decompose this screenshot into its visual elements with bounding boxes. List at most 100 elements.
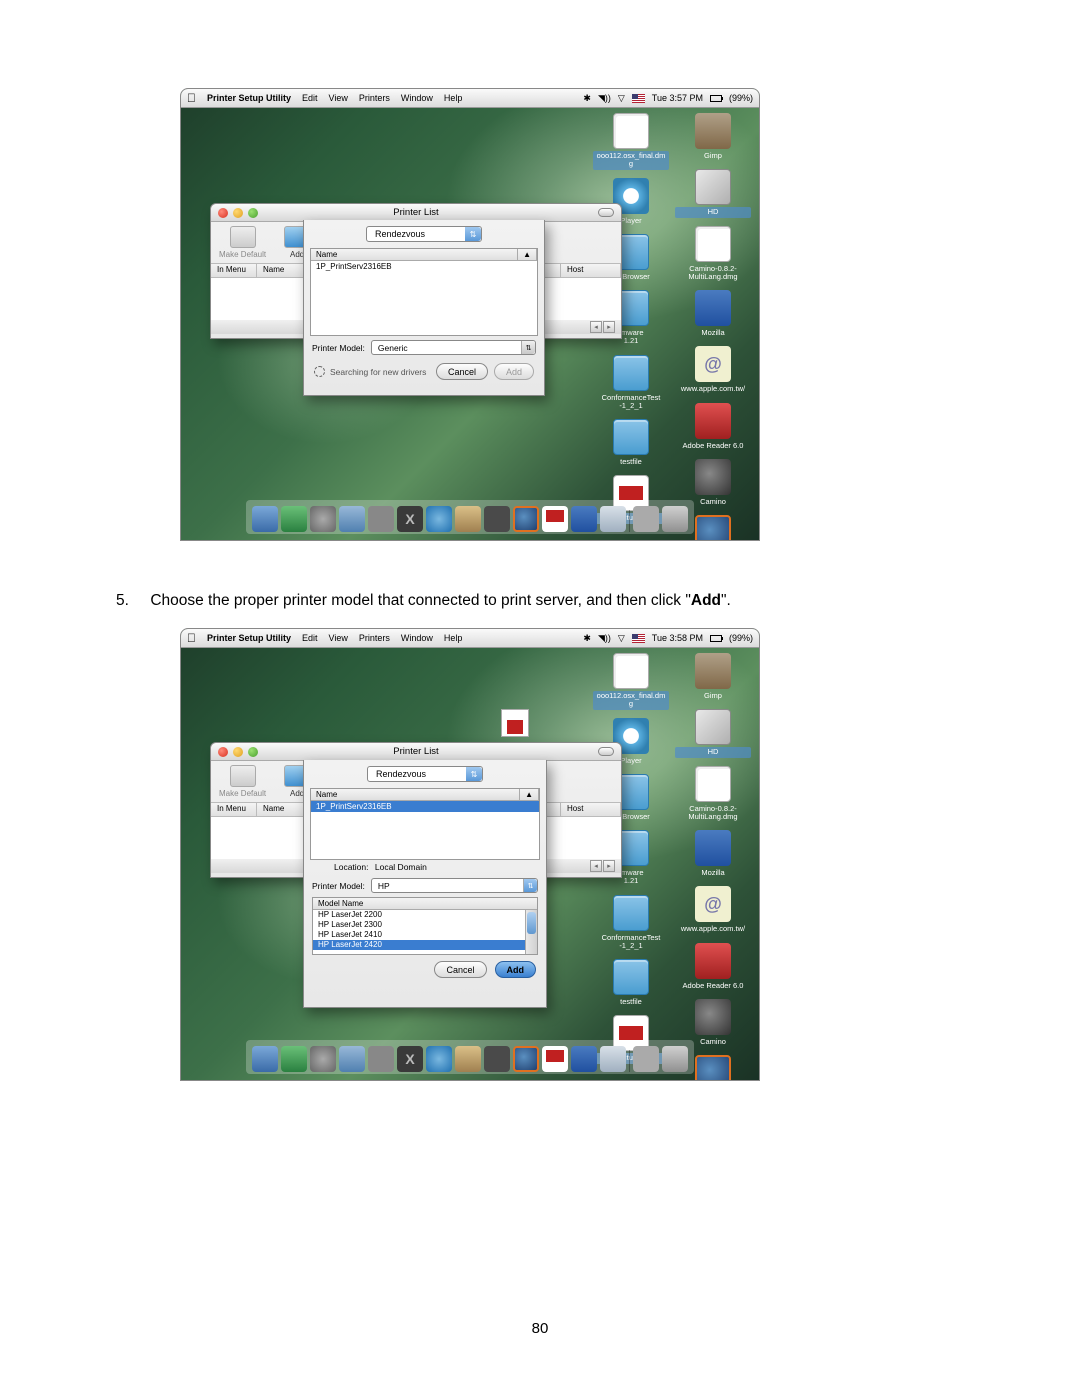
- dock-app-icon[interactable]: [310, 506, 336, 532]
- dock-adobe-icon[interactable]: [542, 1046, 568, 1072]
- menu-help[interactable]: Help: [444, 633, 463, 643]
- airport-icon[interactable]: ▽: [618, 93, 625, 104]
- printer-model-select[interactable]: HP⇅: [371, 878, 538, 893]
- menu-help[interactable]: Help: [444, 93, 463, 103]
- add-printer-sheet[interactable]: Rendezvous⇅ Name▲ 1P_PrintServ2316EB Loc…: [303, 760, 547, 1008]
- dock-safari-icon[interactable]: [426, 506, 452, 532]
- dock-terminal-icon[interactable]: [484, 1046, 510, 1072]
- menu-edit[interactable]: Edit: [302, 633, 318, 643]
- desktop-icon[interactable]: ConformanceTest -1_2_1: [593, 895, 669, 952]
- printers-table[interactable]: Name▲ 1P_PrintServ2316EB: [310, 788, 540, 860]
- app-name[interactable]: Printer Setup Utility: [207, 93, 291, 103]
- desktop-icon[interactable]: Camino-0.8.2- MultiLang.dmg: [675, 226, 751, 283]
- dock-app-icon[interactable]: [281, 506, 307, 532]
- desktop-icon[interactable]: testfile: [593, 419, 669, 467]
- dock-app-icon[interactable]: [368, 1046, 394, 1072]
- desktop-icon[interactable]: Adobe Reader 6.0: [675, 403, 751, 451]
- battery-icon[interactable]: [710, 95, 722, 102]
- driver-row[interactable]: HP LaserJet 2300: [313, 920, 537, 930]
- menubar[interactable]:  Printer Setup Utility Edit View Printe…: [181, 629, 759, 648]
- dock-app-icon[interactable]: [600, 1046, 626, 1072]
- dock-app-icon[interactable]: [339, 506, 365, 532]
- desktop-icon[interactable]: Adobe Reader 6.0: [675, 943, 751, 991]
- desktop-icon[interactable]: Camino-0.8.2- MultiLang.dmg: [675, 766, 751, 823]
- desktop-icon[interactable]: testfile: [593, 959, 669, 1007]
- clock[interactable]: Tue 3:57 PM: [652, 93, 703, 103]
- menu-printers[interactable]: Printers: [359, 93, 390, 103]
- dock-trash-icon[interactable]: [662, 1046, 688, 1072]
- menu-window[interactable]: Window: [401, 93, 433, 103]
- dock-trash-icon[interactable]: [662, 506, 688, 532]
- desktop-icon[interactable]: Gimp: [675, 113, 751, 161]
- bluetooth-icon[interactable]: ✱: [583, 93, 591, 104]
- desktop-icon[interactable]: ooo112.osx_final.dm g: [593, 653, 669, 710]
- desktop-icon[interactable]: HD: [675, 169, 751, 217]
- dock-terminal-icon[interactable]: [484, 506, 510, 532]
- dock-app-icon[interactable]: [368, 506, 394, 532]
- desktop-icon[interactable]: ConformanceTest -1_2_1: [593, 355, 669, 412]
- menu-printers[interactable]: Printers: [359, 633, 390, 643]
- driver-row[interactable]: HP LaserJet 2200: [313, 910, 537, 920]
- minimize-icon[interactable]: [233, 208, 243, 218]
- window-titlebar[interactable]: Printer List: [211, 743, 621, 761]
- flag-icon[interactable]: [632, 634, 645, 643]
- browse-type-dropdown[interactable]: Rendezvous⇅: [367, 766, 483, 782]
- apple-menu-icon[interactable]: : [187, 631, 196, 645]
- desktop-icon[interactable]: @www.apple.com.tw/: [675, 886, 751, 934]
- sound-icon[interactable]: ◥)): [598, 633, 611, 644]
- desktop-icon[interactable]: Mozilla: [675, 290, 751, 338]
- col-host[interactable]: Host: [561, 264, 621, 277]
- menu-view[interactable]: View: [329, 633, 348, 643]
- dock-app-icon[interactable]: [633, 506, 659, 532]
- col-inmenu[interactable]: In Menu: [211, 803, 257, 816]
- dock-app-icon[interactable]: [600, 506, 626, 532]
- dock-mozilla-icon[interactable]: [571, 506, 597, 532]
- clock[interactable]: Tue 3:58 PM: [652, 633, 703, 643]
- dock-x11-icon[interactable]: X: [397, 1046, 423, 1072]
- printer-row[interactable]: 1P_PrintServ2316EB: [311, 801, 539, 812]
- bluetooth-icon[interactable]: ✱: [583, 633, 591, 644]
- printer-row[interactable]: 1P_PrintServ2316EB: [311, 261, 537, 272]
- dock-mozilla-icon[interactable]: [571, 1046, 597, 1072]
- desktop-icon[interactable]: @www.apple.com.tw/: [675, 346, 751, 394]
- minimize-icon[interactable]: [233, 747, 243, 757]
- airport-icon[interactable]: ▽: [618, 633, 625, 644]
- desktop-icon[interactable]: HD: [675, 709, 751, 757]
- menu-edit[interactable]: Edit: [302, 93, 318, 103]
- dock-firefox-icon[interactable]: [513, 1046, 539, 1072]
- dock-app-icon[interactable]: [633, 1046, 659, 1072]
- zoom-icon[interactable]: [248, 208, 258, 218]
- browse-type-dropdown[interactable]: Rendezvous⇅: [366, 226, 482, 242]
- add-printer-sheet[interactable]: Rendezvous⇅ Name▲ 1P_PrintServ2316EB Pri…: [303, 220, 545, 396]
- zoom-icon[interactable]: [248, 747, 258, 757]
- dock-x11-icon[interactable]: X: [397, 506, 423, 532]
- dock-app-icon[interactable]: [281, 1046, 307, 1072]
- dock[interactable]: X: [246, 1040, 694, 1074]
- cancel-button[interactable]: Cancel: [434, 961, 486, 978]
- pdf-icon[interactable]: [501, 709, 529, 737]
- printer-model-select[interactable]: Generic⇅: [371, 340, 536, 355]
- app-name[interactable]: Printer Setup Utility: [207, 633, 291, 643]
- battery-icon[interactable]: [710, 635, 722, 642]
- sound-icon[interactable]: ◥)): [598, 93, 611, 104]
- menu-window[interactable]: Window: [401, 633, 433, 643]
- col-model-name[interactable]: Model Name: [313, 898, 537, 910]
- desktop-icon[interactable]: Mozilla: [675, 830, 751, 878]
- toolbar-toggle-icon[interactable]: [598, 747, 614, 756]
- driver-row[interactable]: HP LaserJet 2420: [313, 940, 537, 950]
- toolbar-toggle-icon[interactable]: [598, 208, 614, 217]
- col-name[interactable]: Name: [311, 249, 518, 260]
- col-host[interactable]: Host: [561, 803, 621, 816]
- apple-menu-icon[interactable]: : [187, 91, 196, 105]
- dock-app-icon[interactable]: [455, 506, 481, 532]
- dock-adobe-icon[interactable]: [542, 506, 568, 532]
- dock-firefox-icon[interactable]: [513, 506, 539, 532]
- col-inmenu[interactable]: In Menu: [211, 264, 257, 277]
- driver-row[interactable]: HP LaserJet 2410: [313, 930, 537, 940]
- dock-app-icon[interactable]: [455, 1046, 481, 1072]
- printers-table[interactable]: Name▲ 1P_PrintServ2316EB: [310, 248, 538, 336]
- dock-app-icon[interactable]: [310, 1046, 336, 1072]
- add-button[interactable]: Add: [495, 961, 537, 978]
- close-icon[interactable]: [218, 747, 228, 757]
- dock-safari-icon[interactable]: [426, 1046, 452, 1072]
